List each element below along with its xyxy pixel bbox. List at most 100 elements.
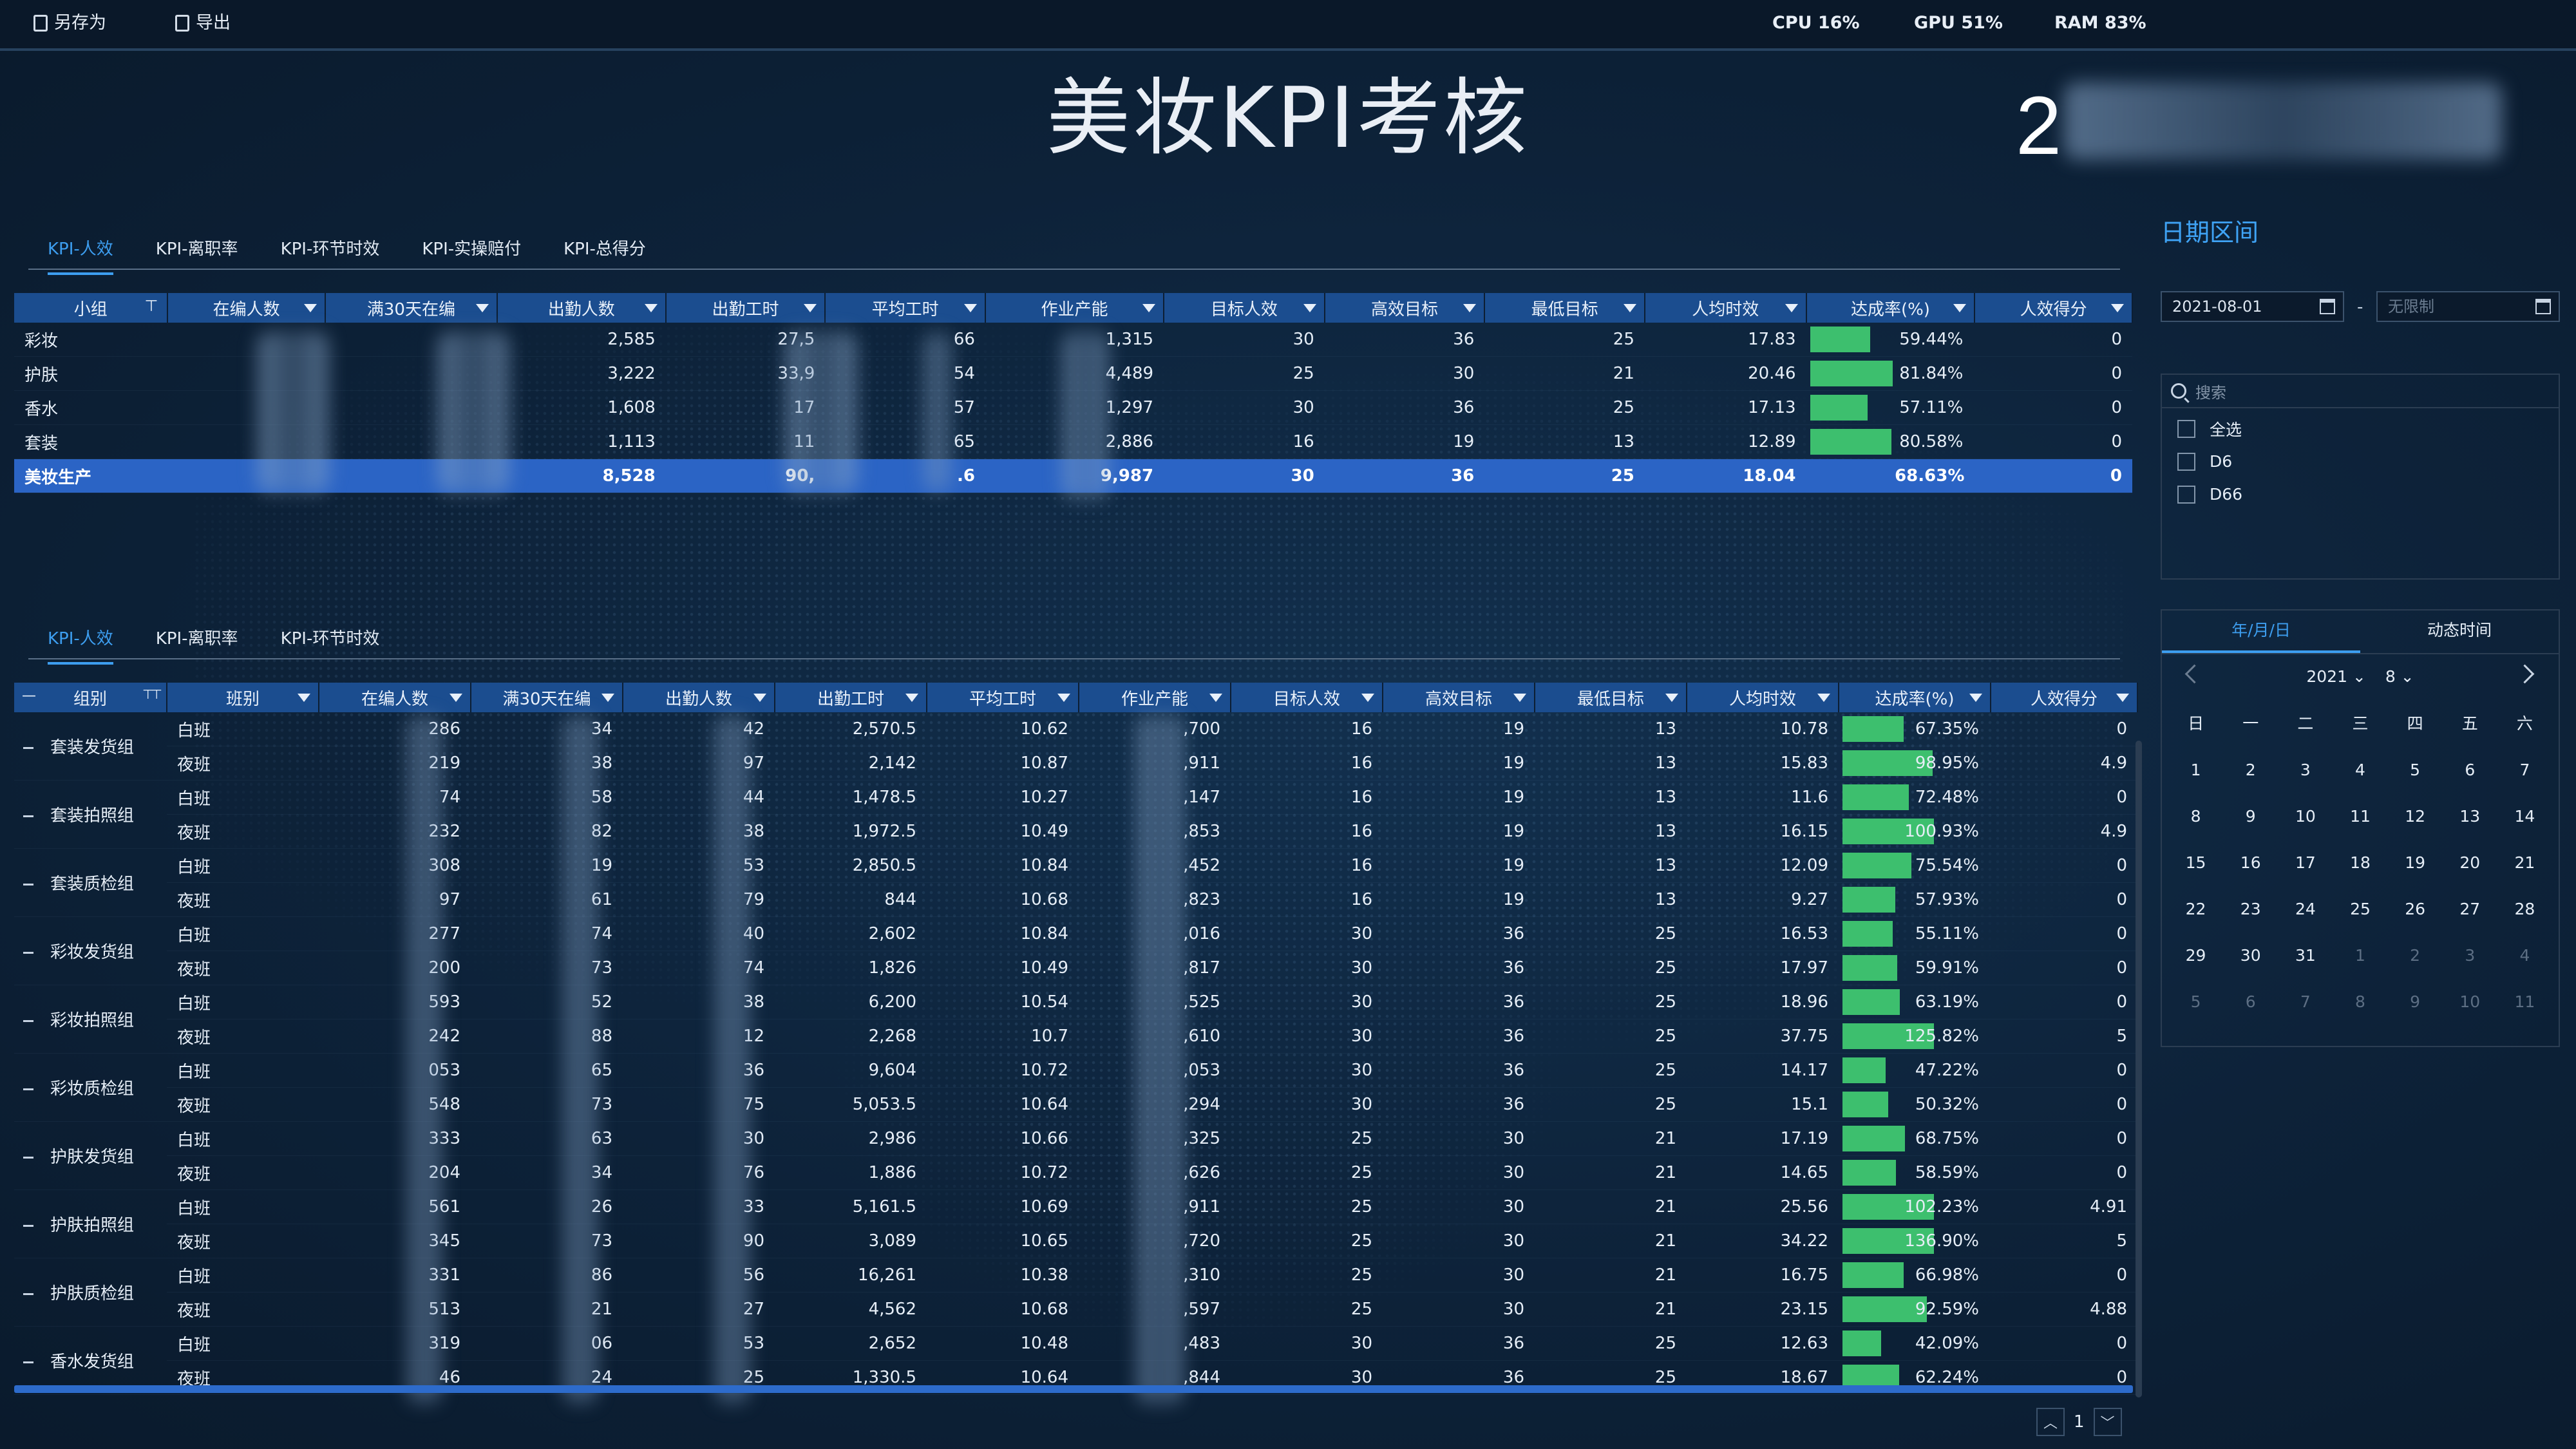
collapse-icon[interactable]: [23, 1157, 33, 1159]
dropdown-caret-icon[interactable]: [1361, 694, 1374, 702]
calendar-day[interactable]: 21: [2497, 840, 2552, 886]
calendar-day[interactable]: 18: [2333, 840, 2387, 886]
dropdown-caret-icon[interactable]: [1303, 304, 1316, 312]
column-header[interactable]: 达成率(%): [1806, 293, 1976, 323]
filter-option[interactable]: 全选: [2162, 412, 2559, 445]
calendar-day[interactable]: 4: [2497, 933, 2552, 979]
group-cell[interactable]: 护肤拍照组: [14, 1189, 167, 1258]
dropdown-caret-icon[interactable]: [475, 304, 489, 312]
column-header[interactable]: 在编人数: [319, 683, 471, 712]
horizontal-scrollbar[interactable]: [14, 1385, 2133, 1393]
column-header[interactable]: 出勤人数: [623, 683, 775, 712]
column-header[interactable]: 人均时效: [1687, 683, 1839, 712]
dropdown-caret-icon[interactable]: [1142, 304, 1156, 312]
calendar-day[interactable]: 7: [2278, 979, 2333, 1025]
calendar-day[interactable]: 6: [2443, 747, 2497, 793]
calendar-day[interactable]: 22: [2168, 886, 2223, 933]
page-up-button[interactable]: ︿: [2036, 1408, 2065, 1436]
group-cell[interactable]: 彩妆质检组: [14, 1053, 167, 1122]
calendar-year[interactable]: 2021: [2306, 667, 2347, 686]
calendar-day[interactable]: 9: [2223, 793, 2278, 840]
column-header[interactable]: 高效目标: [1383, 683, 1535, 712]
column-header[interactable]: 最低目标: [1484, 293, 1645, 323]
collapse-icon[interactable]: [23, 815, 33, 817]
column-header[interactable]: 目标人效: [1231, 683, 1383, 712]
dropdown-caret-icon[interactable]: [1209, 694, 1222, 702]
dropdown-caret-icon[interactable]: [1969, 694, 1982, 702]
calendar-day[interactable]: 1: [2333, 933, 2387, 979]
calendar-day[interactable]: 29: [2168, 933, 2223, 979]
calendar-month[interactable]: 8: [2385, 667, 2396, 686]
column-header[interactable]: 人效得分: [1975, 293, 2133, 323]
dropdown-caret-icon[interactable]: [1623, 304, 1636, 312]
column-header[interactable]: 班别: [167, 683, 319, 712]
dropdown-caret-icon[interactable]: [2116, 694, 2129, 702]
column-header[interactable]: 出勤人数: [497, 293, 667, 323]
column-header[interactable]: 出勤工时: [665, 293, 826, 323]
checkbox[interactable]: [2177, 485, 2195, 504]
calendar-day[interactable]: 10: [2443, 979, 2497, 1025]
checkbox[interactable]: [2177, 419, 2195, 438]
group-cell[interactable]: 香水发货组: [14, 1326, 167, 1395]
calendar-day[interactable]: 28: [2497, 886, 2552, 933]
calendar-day[interactable]: 11: [2333, 793, 2387, 840]
dropdown-caret-icon[interactable]: [601, 694, 614, 702]
calendar-day[interactable]: 3: [2443, 933, 2497, 979]
calendar-day[interactable]: 19: [2388, 840, 2443, 886]
calendar-day[interactable]: 5: [2388, 747, 2443, 793]
dropdown-caret-icon[interactable]: [298, 694, 310, 702]
dropdown-caret-icon[interactable]: [1513, 694, 1526, 702]
column-header[interactable]: 目标人效: [1164, 293, 1325, 323]
calendar-day[interactable]: 23: [2223, 886, 2278, 933]
dropdown-caret-icon[interactable]: [1953, 304, 1967, 312]
column-header[interactable]: 作业产能: [1079, 683, 1231, 712]
collapse-icon[interactable]: [23, 1293, 33, 1295]
column-header[interactable]: 达成率(%): [1839, 683, 1991, 712]
sort-icon[interactable]: ⊤: [145, 297, 158, 315]
dropdown-caret-icon[interactable]: [644, 304, 658, 312]
export-button[interactable]: 导出: [175, 9, 231, 37]
calendar-tab[interactable]: 动态时间: [2360, 611, 2559, 653]
dropdown-caret-icon[interactable]: [1665, 694, 1678, 702]
dropdown-caret-icon[interactable]: [905, 694, 918, 702]
filter-option[interactable]: D6: [2162, 445, 2559, 478]
collapse-icon[interactable]: [23, 1020, 33, 1022]
calendar-day[interactable]: 4: [2333, 747, 2387, 793]
collapse-icon[interactable]: [23, 747, 33, 749]
dropdown-caret-icon[interactable]: [1057, 694, 1070, 702]
column-header[interactable]: 平均工时: [927, 683, 1079, 712]
calendar-day[interactable]: 30: [2223, 933, 2278, 979]
dropdown-caret-icon[interactable]: [450, 694, 462, 702]
search-input[interactable]: 搜索: [2162, 375, 2559, 408]
collapse-icon[interactable]: [23, 1225, 33, 1227]
column-header[interactable]: 平均工时: [825, 293, 986, 323]
calendar-day[interactable]: 11: [2497, 979, 2552, 1025]
calendar-day[interactable]: 10: [2278, 793, 2333, 840]
calendar-year-month[interactable]: 2021 ⌄ 8 ⌄: [2162, 667, 2559, 686]
calendar-day[interactable]: 7: [2497, 747, 2552, 793]
calendar-day[interactable]: 15: [2168, 840, 2223, 886]
collapse-icon[interactable]: [23, 1361, 33, 1363]
calendar-day[interactable]: 9: [2388, 979, 2443, 1025]
column-header[interactable]: 满30天在编: [325, 293, 498, 323]
group-cell[interactable]: 护肤发货组: [14, 1121, 167, 1190]
calendar-day[interactable]: 17: [2278, 840, 2333, 886]
column-header[interactable]: 人均时效: [1644, 293, 1807, 323]
dropdown-caret-icon[interactable]: [753, 694, 766, 702]
calendar-day[interactable]: 3: [2278, 747, 2333, 793]
column-header[interactable]: 最低目标: [1535, 683, 1687, 712]
calendar-day[interactable]: 5: [2168, 979, 2223, 1025]
save-as-button[interactable]: 另存为: [33, 9, 106, 37]
page-down-button[interactable]: ﹀: [2093, 1408, 2122, 1436]
collapse-icon[interactable]: [23, 884, 33, 886]
filter-option[interactable]: D66: [2162, 478, 2559, 511]
column-header[interactable]: 在编人数: [167, 293, 326, 323]
column-header[interactable]: 满30天在编: [471, 683, 623, 712]
group-cell[interactable]: 套装拍照组: [14, 780, 167, 849]
calendar-day[interactable]: 24: [2278, 886, 2333, 933]
calendar-day[interactable]: 16: [2223, 840, 2278, 886]
column-header[interactable]: 高效目标: [1324, 293, 1486, 323]
column-header[interactable]: 小组 ⊤: [14, 293, 169, 323]
column-header[interactable]: 人效得分: [1991, 683, 2138, 712]
calendar-day[interactable]: 12: [2388, 793, 2443, 840]
